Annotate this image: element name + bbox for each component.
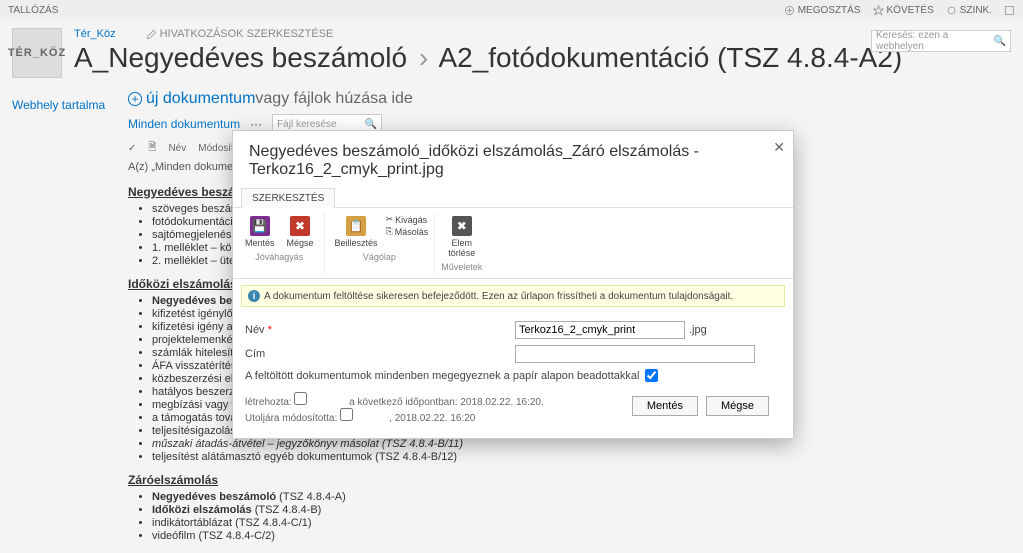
field-name-ext: .jpg: [689, 324, 707, 336]
tab-edit[interactable]: SZERKESZTÉS: [241, 188, 335, 208]
meta-modified-checkbox[interactable]: [340, 408, 353, 421]
ribbon-group-commit: Jóváhagyás: [241, 252, 318, 262]
save-icon: 💾: [250, 216, 270, 236]
paste-icon: 📋: [346, 216, 366, 236]
field-title-input[interactable]: [515, 345, 755, 363]
info-icon: i: [248, 290, 260, 302]
ribbon-cut-button[interactable]: ✂Kivágás: [386, 214, 428, 225]
field-name-label: Név *: [245, 324, 515, 336]
ribbon-save-button[interactable]: 💾Mentés: [241, 214, 279, 250]
dialog-ribbon: 💾Mentés ✖Mégse Jóváhagyás 📋Beillesztés ✂…: [233, 208, 793, 279]
meta-created-value: a következő időpontban: 2018.02.22. 16:2…: [349, 397, 544, 408]
field-name-input[interactable]: [515, 321, 685, 339]
meta-created-label: létrehozta:: [245, 397, 292, 408]
ribbon-paste-button[interactable]: 📋Beillesztés: [331, 214, 382, 250]
ribbon-copy-button[interactable]: ⎘Másolás: [386, 226, 429, 237]
edit-properties-dialog: ✕ Negyedéves beszámoló_időközi elszámolá…: [232, 130, 794, 439]
ribbon-group-clipboard: Vágólap: [331, 252, 429, 262]
ribbon-cancel-button[interactable]: ✖Mégse: [283, 214, 318, 250]
field-match-checkbox[interactable]: [645, 369, 658, 382]
delete-icon: ✖: [452, 216, 472, 236]
ribbon-delete-button[interactable]: ✖Elemtörlése: [444, 214, 479, 260]
field-title-label: Cím: [245, 348, 515, 360]
meta-modified-label: Utoljára módosította:: [245, 413, 337, 424]
dialog-cancel-button[interactable]: Mégse: [706, 396, 769, 416]
dialog-title: Negyedéves beszámoló_időközi elszámolás_…: [233, 131, 793, 187]
field-match-label: A feltöltött dokumentumok mindenben mege…: [245, 370, 639, 382]
copy-icon: ⎘: [386, 226, 393, 237]
dialog-save-button[interactable]: Mentés: [632, 396, 698, 416]
ribbon-group-actions: Műveletek: [441, 262, 482, 272]
dialog-close-button[interactable]: ✕: [773, 139, 785, 156]
meta-created-checkbox[interactable]: [294, 392, 307, 405]
cancel-icon: ✖: [290, 216, 310, 236]
scissors-icon: ✂: [386, 214, 394, 225]
meta-modified-value: , 2018.02.22. 16:20: [389, 413, 475, 424]
upload-success-message: i A dokumentum feltöltése sikeresen befe…: [241, 285, 785, 307]
